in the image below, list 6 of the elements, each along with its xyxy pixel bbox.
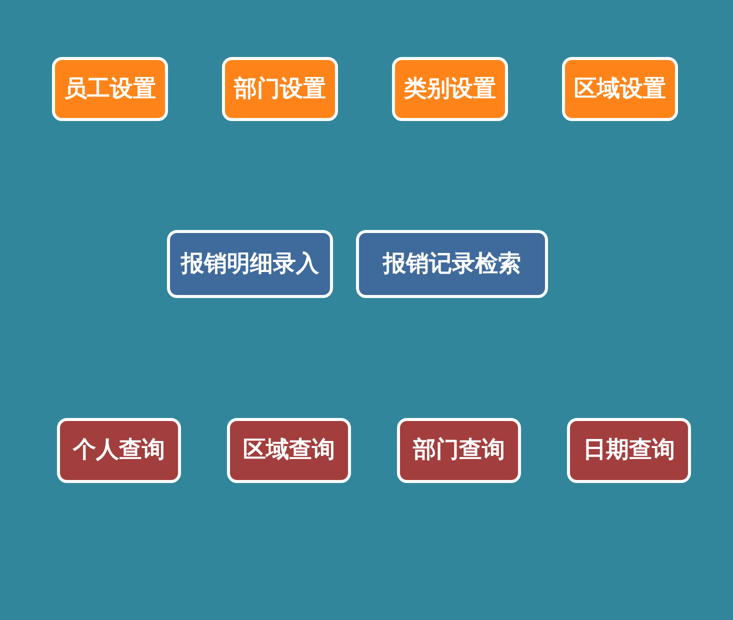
query-button[interactable]: 日期查询 (567, 418, 691, 483)
query-button[interactable]: 个人查询 (57, 418, 181, 483)
entry-button[interactable]: 报销记录检索 (356, 230, 548, 298)
query-button[interactable]: 区域查询 (227, 418, 351, 483)
entry-button[interactable]: 报销明细录入 (167, 230, 333, 298)
query-button[interactable]: 部门查询 (397, 418, 521, 483)
